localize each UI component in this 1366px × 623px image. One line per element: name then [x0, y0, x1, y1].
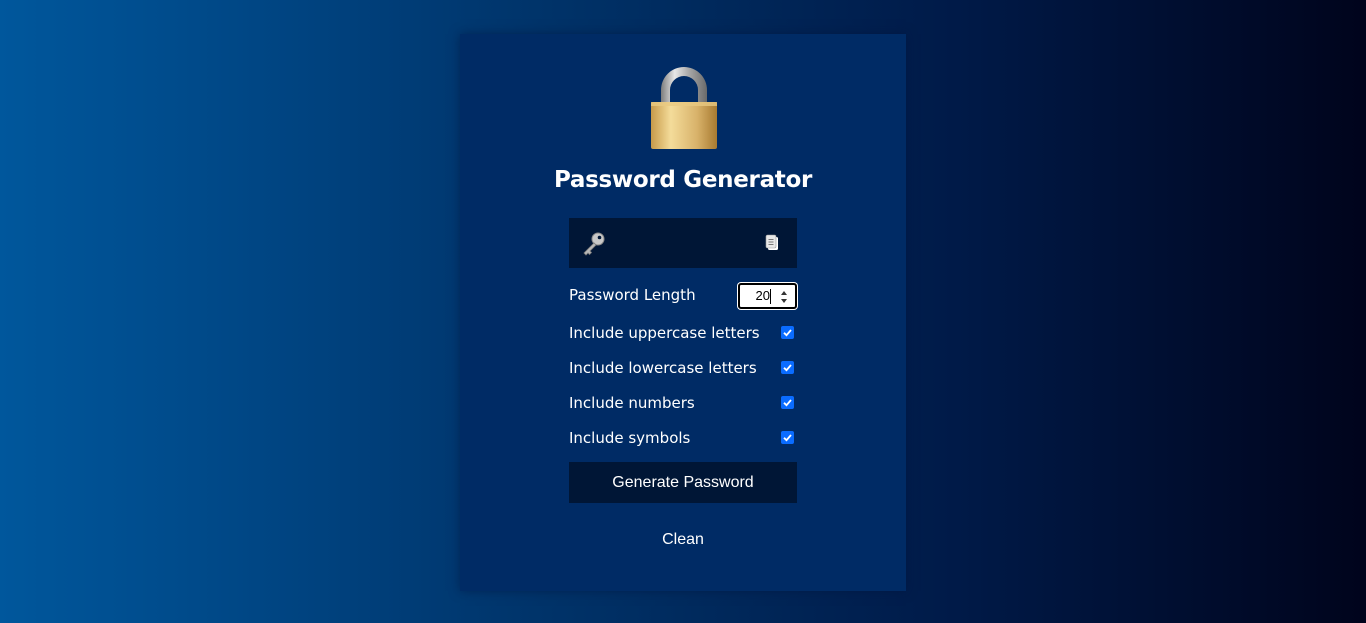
option-numbers-row: Include numbers [569, 391, 797, 415]
option-lowercase-row: Include lowercase letters [569, 356, 797, 380]
spinner-arrows-icon[interactable] [779, 289, 789, 305]
padlock-icon [651, 67, 717, 149]
uppercase-checkbox[interactable] [781, 326, 794, 339]
option-uppercase-row: Include uppercase letters [569, 321, 797, 345]
clean-button[interactable]: Clean [633, 531, 733, 555]
password-length-row: Password Length 20 [569, 283, 797, 309]
password-length-label: Password Length [569, 286, 696, 304]
symbols-checkbox[interactable] [781, 431, 794, 444]
option-symbols-row: Include symbols [569, 426, 797, 450]
password-output-box [569, 218, 797, 268]
password-generator-card: Password Generator Password Length 20 In… [460, 34, 906, 591]
password-length-input[interactable]: 20 [738, 283, 797, 309]
generate-password-button[interactable]: Generate Password [569, 462, 797, 503]
text-caret [770, 289, 771, 304]
option-numbers-label: Include numbers [569, 394, 695, 412]
key-icon [583, 232, 605, 256]
option-uppercase-label: Include uppercase letters [569, 324, 760, 342]
option-symbols-label: Include symbols [569, 429, 691, 447]
page-title: Password Generator [553, 167, 813, 193]
clipboard-icon[interactable] [763, 234, 781, 252]
password-output-field[interactable] [615, 228, 759, 260]
lowercase-checkbox[interactable] [781, 361, 794, 374]
numbers-checkbox[interactable] [781, 396, 794, 409]
password-length-value: 20 [755, 288, 770, 303]
option-lowercase-label: Include lowercase letters [569, 359, 757, 377]
